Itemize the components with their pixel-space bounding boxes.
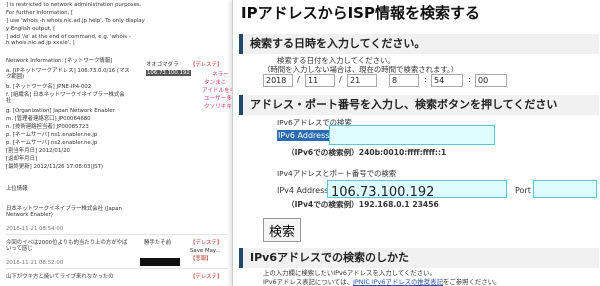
bg-author: 勝手たそ前 — [144, 240, 171, 246]
bg-text-line: n. [技術連絡担当者] JP00085723 — [6, 124, 89, 130]
year-field[interactable]: 2018 — [263, 74, 293, 87]
bg-divider — [6, 234, 228, 235]
hour-field[interactable]: 8 — [389, 74, 419, 87]
bg-text-line: ] is restricted to network administratio… — [6, 2, 142, 8]
ipv4-field-label: IPv4 Address — [277, 186, 329, 195]
bg-text-line: [割当年月日] 2012/01/20 — [6, 148, 70, 154]
bg-pink-snippet: ネラー — [212, 72, 229, 78]
bg-text-line: p. [ネームサーバ] ns2.enabler.ne.jp — [6, 140, 98, 146]
port-label: Port — [515, 186, 531, 195]
ipv6-field-label: IPv6 Address — [277, 130, 331, 141]
redacted-block — [140, 258, 180, 266]
ipv4-example: （IPv4での検索例）192.168.0.1 23456 — [287, 200, 439, 209]
bg-link[interactable]: 【デレステ】 — [190, 62, 222, 68]
date-separator: / — [297, 75, 300, 84]
section-heading-address: アドレス・ポート番号を入力し、検索ボタンを押してください — [239, 95, 599, 115]
ipv6-address-input[interactable] — [329, 125, 495, 145]
bg-thread-title[interactable]: 今回のイベは2000位よりも的当たり上の方がやばいって感じ — [6, 240, 130, 253]
day-field[interactable]: 21 — [347, 74, 377, 87]
ipv6-address-value — [330, 133, 332, 144]
bg-link[interactable]: 【デレステ】 — [190, 274, 222, 280]
bg-text-line: [最終更新] 2012/11/26 17:08:03(JST) — [6, 164, 103, 170]
bg-text-line: ] use 'whois -h whois.nic.ad.jp help'. T… — [6, 18, 145, 24]
background-page: ] is restricted to network administratio… — [0, 0, 232, 286]
bg-divider — [6, 268, 228, 269]
isp-lookup-window: IPアドレスからISP情報を検索する 検索する日時を入力してください。 検索する… — [232, 0, 600, 286]
bg-pink-snippet: アイドルをキャ — [202, 88, 232, 94]
bg-side-text[interactable]: 【悲報】 — [190, 256, 212, 262]
bg-text-line: 日本ネットワークイネイブラー株式会社 (Japan Network Enable… — [6, 206, 122, 219]
bg-thread-title[interactable]: 山下がウキ方と焼いてライブ来れなかったの — [6, 274, 114, 280]
bg-timestamp: 2018-11-21 08:54:00 — [6, 226, 64, 232]
bg-text-line: f. [組織名] 日本ネットワークイネイブラー株式会社 — [6, 92, 125, 105]
time-separator: : — [468, 75, 471, 84]
bg-timestamp: 2018-11-21 08:52:00 — [6, 260, 64, 266]
section-heading-ipv6-howto: IPv6アドレスでの検索のしかた — [239, 248, 599, 268]
bg-pink-snippet: タンまこ — [204, 80, 227, 86]
bg-ip-chip: 106.73.100.192 — [146, 70, 191, 77]
bg-text-line: For further information, [ — [6, 10, 74, 16]
search-button[interactable]: 検索 — [263, 218, 301, 242]
bg-text-line: [返却年月日] — [6, 156, 38, 162]
ipv4-address-input[interactable]: 106.73.100.192 — [327, 180, 507, 200]
ipv6-howto-line: IPv6アドレス表記については、JPNIC IPv6アドレスの推奨表記をご参照く… — [263, 277, 500, 286]
ipv6-howto-line: 上の入力欄に検索したいIPv6アドレスを入力してください。 — [263, 269, 436, 277]
bg-text-line: m. [管理者連絡窓口] JP00064680 — [6, 116, 91, 122]
ipv4-group-label: IPv4アドレスとポート番号での検索 — [277, 169, 397, 178]
bg-text-line: 上位情報 — [6, 186, 28, 192]
date-separator: / — [339, 75, 342, 84]
port-input[interactable] — [533, 180, 597, 198]
bg-link[interactable]: 【デレステ】 — [190, 240, 222, 246]
ipv6-howto-text: をご参照ください。 — [442, 278, 501, 286]
bg-pink-snippet: ユーザー多く — [204, 96, 232, 102]
section-heading-datetime: 検索する日時を入力してください。 — [239, 34, 599, 54]
second-field[interactable]: 00 — [475, 74, 507, 87]
minute-field[interactable]: 54 — [431, 74, 463, 87]
bg-text-line: g. [Organization] Japan Network Enabler — [6, 108, 115, 114]
bg-text-line: y English output, [ — [6, 26, 56, 32]
bg-text-line: a. [IPネットワークアドレス] 106.73.0.0/16 (マスク範囲) — [6, 68, 130, 81]
page-title: IPアドレスからISP情報を検索する — [241, 4, 480, 22]
bg-pink-snippet: クソリキキ — [204, 104, 232, 110]
bg-text-line: ] add '/e' at the end of command, e.g. '… — [6, 34, 131, 47]
jpnic-notation-link[interactable]: JPNIC IPv6アドレスの推奨表記 — [353, 278, 443, 286]
bg-side-text: Save May... — [190, 248, 221, 254]
time-separator: : — [424, 75, 427, 84]
ipv4-address-value: 106.73.100.192 — [331, 185, 435, 200]
bg-org-short: オオゴマダラ — [146, 62, 179, 68]
ipv6-howto-text: IPv6アドレス表記については、 — [263, 278, 353, 286]
bg-text-line: p. [ネームサーバ] ns1.enabler.ne.jp — [6, 132, 98, 138]
month-field[interactable]: 11 — [305, 74, 335, 87]
bg-text-line: Network Information: [ネットワーク情報] — [6, 58, 113, 64]
bg-text-line: b. [ネットワーク名] JPNE-IP4-002 — [6, 84, 92, 90]
ipv6-example: （IPv6での検索例）240b:0010:ffff:ffff::1 — [287, 148, 447, 157]
